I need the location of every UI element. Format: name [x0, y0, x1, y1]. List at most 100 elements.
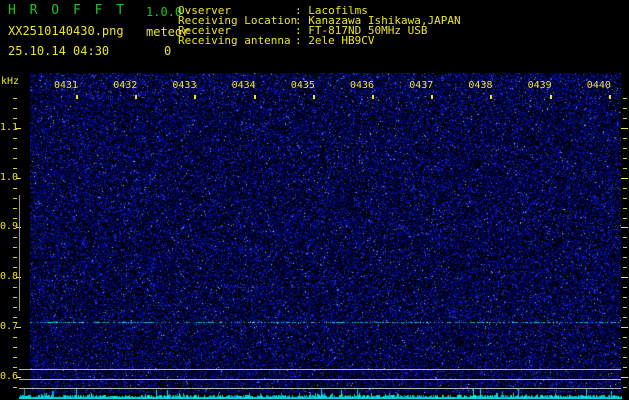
carrier-line-1: [19, 369, 621, 370]
count-band-marker: [19, 195, 20, 311]
time-tick-mark: [431, 95, 434, 99]
time-tick-mark: [490, 95, 493, 99]
freq-minor-tick-right: [623, 158, 627, 159]
time-tick-label: 0434: [231, 80, 256, 91]
info-separator: :: [295, 34, 302, 47]
freq-minor-tick-right: [623, 247, 627, 248]
freq-minor-tick-right: [623, 118, 627, 119]
signal-level-trace: [19, 388, 622, 399]
freq-minor-tick-right: [623, 317, 627, 318]
freq-minor-tick-left: [13, 98, 17, 99]
freq-major-tick-left: [16, 178, 21, 179]
freq-minor-tick-right: [623, 138, 627, 139]
freq-major-tick-right: [621, 128, 628, 129]
freq-minor-tick-left: [13, 347, 17, 348]
time-tick-mark: [194, 95, 197, 99]
time-tick-label: 0431: [54, 80, 79, 91]
freq-minor-tick-left: [13, 257, 17, 258]
info-value: 2ele HB9CV: [308, 34, 375, 47]
time-tick-mark: [312, 95, 315, 99]
freq-tick-label: 0.7: [0, 321, 19, 332]
time-tick-label: 0439: [527, 80, 552, 91]
freq-minor-tick-right: [623, 188, 627, 189]
freq-minor-tick-left: [13, 297, 17, 298]
freq-minor-tick-right: [623, 168, 627, 169]
time-tick-label: 0437: [409, 80, 434, 91]
freq-tick-label: 0.9: [0, 221, 19, 232]
time-tick-mark: [549, 95, 552, 99]
time-tick-mark: [135, 95, 138, 99]
freq-minor-tick-right: [623, 198, 627, 199]
freq-minor-tick-right: [623, 237, 627, 238]
time-tick-mark: [372, 95, 374, 99]
freq-minor-tick-right: [623, 208, 627, 209]
meteor-count: 0: [164, 44, 172, 58]
freq-minor-tick-left: [13, 267, 17, 268]
hrofft-window: H R O F F T 1.0.0 XX2510140430.png meteo…: [0, 0, 629, 400]
freq-minor-tick-left: [13, 198, 17, 199]
freq-minor-tick-left: [13, 247, 17, 248]
freq-major-tick-left: [16, 327, 21, 328]
datetime-label: 25.10.14 04:30: [8, 44, 110, 58]
freq-minor-tick-right: [623, 267, 627, 268]
time-tick-label: 0438: [468, 80, 493, 91]
time-tick-label: 0436: [350, 80, 375, 91]
freq-major-tick-right: [621, 327, 628, 328]
freq-minor-tick-left: [13, 188, 17, 189]
freq-unit-label: kHz: [1, 76, 20, 87]
freq-major-tick-right: [621, 377, 628, 378]
freq-minor-tick-left: [13, 307, 17, 308]
freq-major-tick-right: [621, 277, 628, 278]
time-tick-label: 0440: [586, 80, 611, 91]
freq-minor-tick-right: [623, 357, 627, 358]
freq-minor-tick-left: [13, 337, 17, 338]
freq-minor-tick-left: [13, 138, 17, 139]
freq-tick-label: 0.8: [0, 271, 19, 282]
freq-minor-tick-left: [13, 237, 17, 238]
freq-minor-tick-right: [623, 108, 627, 109]
freq-tick-label: 1.0: [0, 172, 19, 183]
freq-major-tick-right: [621, 227, 628, 228]
carrier-line-2: [19, 379, 621, 380]
receiver-info-block: Ovserver: Lacofilms Receiving Location: K…: [178, 5, 461, 47]
freq-minor-tick-right: [623, 148, 627, 149]
freq-minor-tick-left: [13, 168, 17, 169]
freq-minor-tick-right: [623, 287, 627, 288]
info-row: Receiving antenna: 2ele HB9CV: [178, 34, 461, 47]
freq-major-tick-left: [16, 128, 21, 129]
freq-minor-tick-left: [13, 317, 17, 318]
freq-tick-label: 1.1: [0, 122, 19, 133]
freq-minor-tick-left: [13, 158, 17, 159]
freq-minor-tick-left: [13, 387, 17, 388]
freq-major-tick-right: [621, 178, 628, 179]
freq-minor-tick-right: [623, 387, 627, 388]
info-label: Receiving antenna: [178, 34, 291, 47]
app-title: H R O F F T: [8, 3, 128, 18]
app-version: 1.0.0: [146, 5, 183, 19]
freq-minor-tick-left: [13, 367, 17, 368]
freq-minor-tick-left: [13, 287, 17, 288]
freq-minor-tick-left: [13, 148, 17, 149]
freq-minor-tick-left: [13, 357, 17, 358]
freq-minor-tick-left: [13, 208, 17, 209]
freq-minor-tick-right: [623, 337, 627, 338]
spectrogram-noise-area: [30, 73, 621, 393]
freq-minor-tick-right: [623, 367, 627, 368]
freq-minor-tick-right: [623, 347, 627, 348]
time-tick-label: 0432: [113, 80, 138, 91]
time-tick-mark: [253, 95, 256, 99]
freq-minor-tick-right: [623, 218, 627, 219]
time-tick-label: 0435: [290, 80, 315, 91]
time-tick-label: 0433: [172, 80, 197, 91]
freq-minor-tick-right: [623, 297, 627, 298]
freq-minor-tick-left: [13, 108, 17, 109]
freq-minor-tick-right: [623, 98, 627, 99]
freq-minor-tick-right: [623, 257, 627, 258]
output-filename: XX2510140430.png: [8, 24, 124, 38]
freq-minor-tick-left: [13, 118, 17, 119]
freq-minor-tick-left: [13, 218, 17, 219]
freq-tick-label: 0.6: [0, 371, 19, 382]
freq-major-tick-left: [16, 377, 21, 378]
freq-minor-tick-right: [623, 307, 627, 308]
time-tick-mark: [76, 95, 78, 99]
